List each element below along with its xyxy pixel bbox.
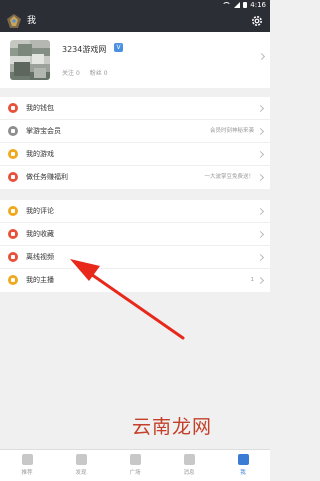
menu-item-icon <box>8 229 18 239</box>
tab-item[interactable]: 消息 <box>162 450 216 481</box>
wifi-icon <box>222 2 232 8</box>
menu-item-row[interactable]: 做任务赚福利 一大波掌豆免费送！ <box>0 166 270 189</box>
status-bar: 4:16 <box>0 0 270 10</box>
page-title: 我 <box>27 16 37 26</box>
tab-label: 推荐 <box>21 470 33 476</box>
menu-item-label: 离线视频 <box>26 253 54 261</box>
menu-item-icon <box>8 149 18 159</box>
menu-item-row[interactable]: 我的评论 <box>0 200 270 223</box>
tab-icon <box>183 454 195 465</box>
tab-icon <box>129 454 141 465</box>
tab-item[interactable]: 发现 <box>54 450 108 481</box>
menu-item-row[interactable]: 离线视频 <box>0 246 270 269</box>
app-logo-icon <box>7 14 21 28</box>
menu-item-row[interactable]: 我的收藏 <box>0 223 270 246</box>
following-count: 0 <box>75 70 80 77</box>
settings-gear-icon[interactable] <box>250 14 264 28</box>
tab-label: 广场 <box>129 470 141 476</box>
chevron-right-icon <box>256 150 265 159</box>
menu-item-icon <box>8 103 18 113</box>
menu-item-label: 做任务赚福利 <box>26 173 68 181</box>
tab-item[interactable]: 广场 <box>108 450 162 481</box>
tab-label: 消息 <box>183 470 195 476</box>
status-time: 4:16 <box>250 1 266 9</box>
vip-badge: V <box>114 43 123 52</box>
menu-group-account: 我的钱包掌游宝会员 会员时刻神秘来袭我的游戏做任务赚福利 一大波掌豆免费送！ <box>0 97 270 189</box>
profile-card[interactable]: 3234游戏网 V 关注 0 粉丝 0 <box>0 32 270 88</box>
following-label: 关注 <box>62 70 75 77</box>
menu-item-subtext: 一大波掌豆免费送！ <box>204 174 254 180</box>
chevron-right-icon <box>256 253 265 262</box>
tab-label: 我 <box>240 470 246 476</box>
menu-item-icon <box>8 126 18 136</box>
chevron-right-icon <box>256 207 265 216</box>
menu-item-label: 掌游宝会员 <box>26 127 61 135</box>
avatar[interactable] <box>10 40 50 80</box>
username: 3234游戏网 <box>62 45 107 54</box>
title-bar: 我 <box>0 10 270 32</box>
fans-count: 0 <box>103 70 108 77</box>
chevron-right-icon <box>256 276 265 285</box>
bottom-tab-bar: 推荐 发现 广场 消息 我 <box>0 449 270 481</box>
menu-item-icon <box>8 172 18 182</box>
chevron-right-icon <box>257 52 266 61</box>
profile-stats: 关注 0 粉丝 0 <box>62 68 108 77</box>
chevron-right-icon <box>256 104 265 113</box>
menu-item-row[interactable]: 我的钱包 <box>0 97 270 120</box>
menu-item-icon <box>8 206 18 216</box>
menu-item-label: 我的评论 <box>26 207 54 215</box>
menu-group-content: 我的评论我的收藏离线视频我的主播 1 <box>0 200 270 292</box>
following-stat[interactable]: 关注 0 <box>62 68 80 77</box>
menu-item-row[interactable]: 我的游戏 <box>0 143 270 166</box>
signal-icon <box>234 2 241 8</box>
chevron-right-icon <box>256 173 265 182</box>
menu-item-subtext: 会员时刻神秘来袭 <box>209 128 254 134</box>
tab-icon <box>237 454 249 465</box>
tab-label: 发现 <box>75 470 87 476</box>
chevron-right-icon <box>256 127 265 136</box>
menu-item-icon <box>8 275 18 285</box>
tab-icon <box>21 454 33 465</box>
menu-item-row[interactable]: 掌游宝会员 会员时刻神秘来袭 <box>0 120 270 143</box>
battery-icon <box>243 2 248 8</box>
menu-item-label: 我的游戏 <box>26 150 54 158</box>
menu-item-icon <box>8 252 18 262</box>
tab-icon <box>75 454 87 465</box>
fans-label: 粉丝 <box>89 70 102 77</box>
menu-item-label: 我的收藏 <box>26 230 54 238</box>
tab-item[interactable]: 推荐 <box>0 450 54 481</box>
menu-item-subtext: 1 <box>250 277 255 283</box>
menu-item-row[interactable]: 我的主播 1 <box>0 269 270 292</box>
tab-item[interactable]: 我 <box>216 450 270 481</box>
chevron-right-icon <box>256 230 265 239</box>
fans-stat[interactable]: 粉丝 0 <box>90 68 108 77</box>
menu-item-label: 我的主播 <box>26 276 54 284</box>
watermark-text: 云南龙网 <box>132 416 213 438</box>
menu-item-label: 我的钱包 <box>26 104 54 112</box>
